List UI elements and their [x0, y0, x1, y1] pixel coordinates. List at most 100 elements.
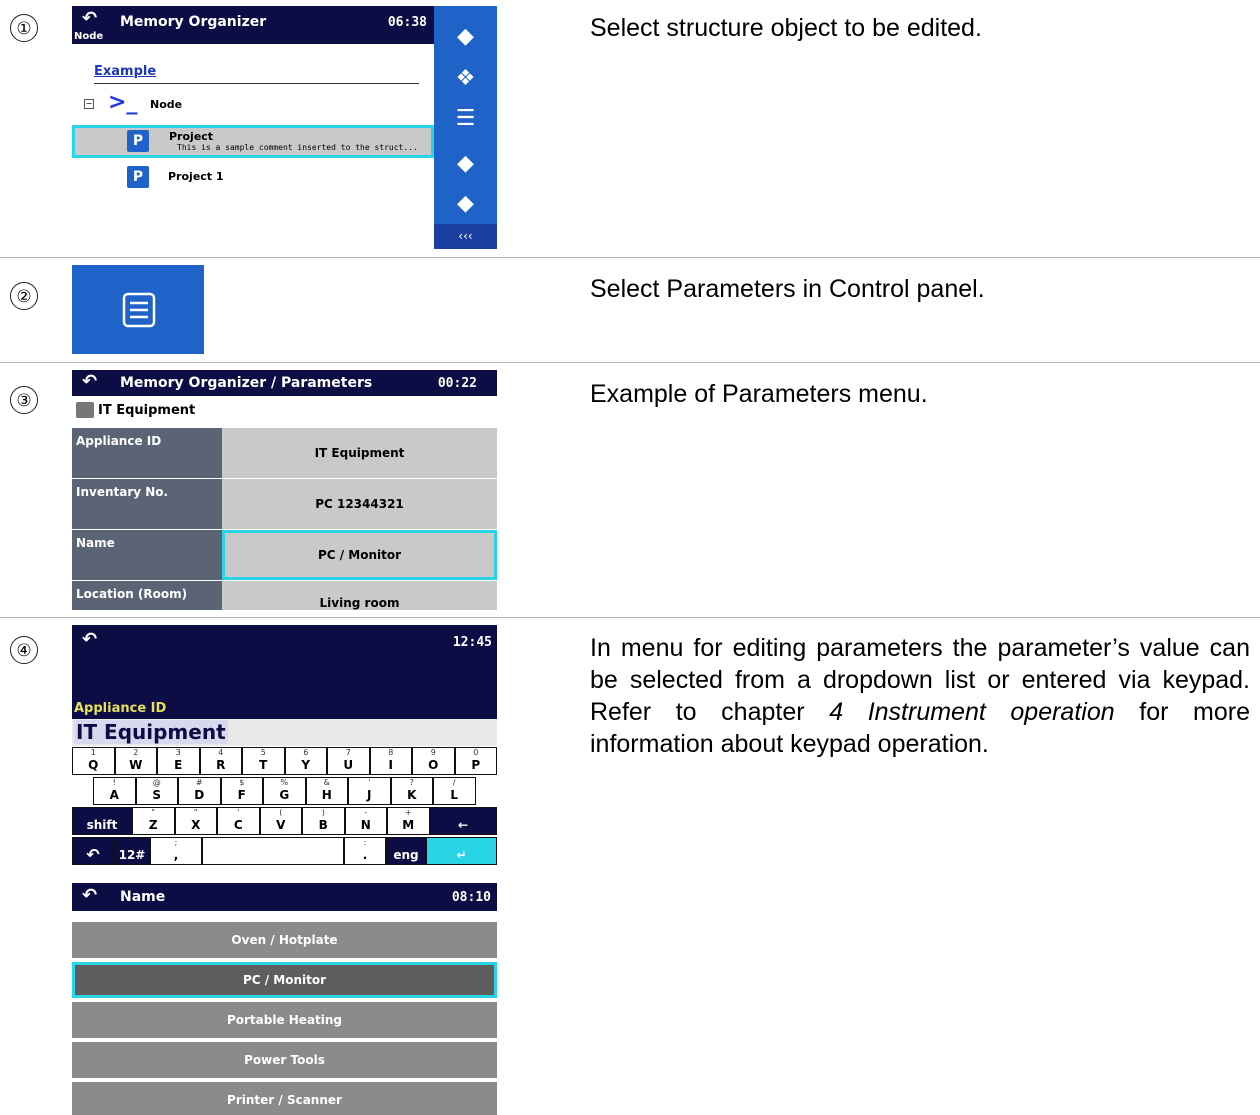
- input-value: IT Equipment: [74, 720, 228, 744]
- key-secondary-label: 8: [388, 748, 394, 757]
- key-n[interactable]: -N: [344, 807, 387, 835]
- field-label: Appliance ID: [74, 701, 167, 716]
- key-w[interactable]: 2W: [114, 747, 157, 775]
- memory-organizer-screen: ↶ Memory Organizer 06:38 Node Example − …: [72, 6, 497, 249]
- key-j[interactable]: ' J: [348, 777, 391, 805]
- dropdown-option[interactable]: Power Tools: [72, 1042, 497, 1078]
- node-icon: >_: [108, 90, 138, 115]
- key-y[interactable]: 6Y: [284, 747, 327, 775]
- back-icon[interactable]: ↶: [82, 629, 97, 650]
- key-m[interactable]: + M: [387, 807, 430, 835]
- key-r[interactable]: 4R: [199, 747, 242, 775]
- input-field[interactable]: IT Equipment: [72, 719, 497, 746]
- key-secondary-label: &: [323, 778, 330, 787]
- comment-icon[interactable]: ☰: [434, 106, 497, 131]
- rename-icon[interactable]: ◆: [434, 151, 497, 176]
- dropdown-screen: ↶ Name 08:10 Oven / Hotplate PC / Monito…: [72, 883, 497, 1115]
- shift-key[interactable]: shift: [72, 807, 132, 835]
- dropdown-option[interactable]: Oven / Hotplate: [72, 922, 497, 958]
- add-structure-icon[interactable]: ◆: [434, 24, 497, 49]
- back-icon: ↶: [86, 845, 100, 864]
- delete-icon[interactable]: ◆: [434, 191, 497, 216]
- dropdown-option[interactable]: Portable Heating: [72, 1002, 497, 1038]
- key-label: N: [360, 818, 371, 832]
- key-label: E: [174, 758, 183, 772]
- language-key[interactable]: eng: [386, 837, 426, 865]
- key-g[interactable]: % G: [263, 777, 306, 805]
- key-x[interactable]: " X: [174, 807, 217, 835]
- key-l[interactable]: / L: [433, 777, 476, 805]
- key-c[interactable]: ' C: [217, 807, 260, 835]
- key-i[interactable]: 8I: [369, 747, 412, 775]
- key-secondary-label: ": [193, 808, 198, 817]
- key-label: Q: [88, 758, 99, 772]
- space-key[interactable]: [202, 837, 344, 865]
- comma-key[interactable]: ;,: [150, 837, 202, 865]
- screen-title: Name: [120, 889, 166, 905]
- key-u[interactable]: 7U: [327, 747, 370, 775]
- param-value[interactable]: PC 12344321: [222, 479, 497, 529]
- symbols-key[interactable]: 12#: [114, 837, 150, 865]
- clock: 06:38: [387, 15, 427, 30]
- key-secondary-label: ): [321, 808, 325, 817]
- key-f[interactable]: $ F: [220, 777, 263, 805]
- key-label: K: [407, 788, 417, 802]
- step-description: Select structure object to be edited.: [590, 14, 982, 42]
- clone-icon[interactable]: ❖: [434, 66, 497, 91]
- key-secondary-label: 9: [430, 748, 436, 757]
- key-v[interactable]: (V: [259, 807, 302, 835]
- back-key[interactable]: ↶: [72, 837, 114, 865]
- key-e[interactable]: 3E: [157, 747, 200, 775]
- step-description: In menu for editing parameters the param…: [590, 632, 1250, 760]
- back-icon[interactable]: ↶: [82, 371, 97, 392]
- dropdown-option[interactable]: PC / Monitor: [72, 962, 497, 998]
- back-icon[interactable]: ↶: [82, 8, 97, 29]
- parameters-button[interactable]: [72, 265, 204, 354]
- project1-label[interactable]: Project 1: [168, 170, 224, 183]
- param-value[interactable]: PC / Monitor: [222, 530, 497, 580]
- key-q[interactable]: 1Q: [72, 747, 115, 775]
- key-label: R: [216, 758, 226, 772]
- key-k[interactable]: ? K: [390, 777, 433, 805]
- key-secondary-label: ": [151, 808, 156, 817]
- key-label: D: [194, 788, 205, 802]
- key-s[interactable]: @ S: [135, 777, 178, 805]
- param-value[interactable]: IT Equipment: [222, 428, 497, 478]
- key-label: T: [259, 758, 268, 772]
- param-label: Inventary No.: [72, 479, 222, 529]
- project-icon: P: [127, 166, 149, 188]
- underline-rule: [94, 83, 419, 84]
- object-label: IT Equipment: [98, 403, 196, 418]
- dot-key[interactable]: :.: [344, 837, 386, 865]
- key-secondary-label: 0: [473, 748, 479, 757]
- key-secondary-label: 2: [133, 748, 139, 757]
- key-p[interactable]: 0P: [454, 747, 497, 775]
- screen-title: Memory Organizer / Parameters: [120, 375, 373, 391]
- key-d[interactable]: # D: [178, 777, 221, 805]
- keyboard: 1 Q 2 W 3 E 4 R 5 T 6 Y 7 U 8 I 9 O 0 P ! A @ S # D $ F% G & H ' J? K / L sh…: [72, 746, 497, 868]
- enter-key[interactable]: ↵: [426, 837, 497, 865]
- title-bar: ↶ 12:45 Appliance ID: [72, 625, 497, 719]
- parameters-icon: [122, 292, 156, 328]
- key-label: J: [367, 788, 372, 802]
- back-icon[interactable]: ↶: [82, 885, 97, 906]
- key-a[interactable]: ! A: [93, 777, 136, 805]
- key-label: ↵: [456, 848, 467, 862]
- key-b[interactable]: ) B: [302, 807, 345, 835]
- control-panel: ◆ ❖ ☰ ◆ ◆ ‹‹‹: [434, 6, 497, 249]
- key-label: V: [276, 818, 286, 832]
- tree-item-project[interactable]: P Project This is a sample comment inser…: [72, 125, 434, 158]
- step-marker: ②: [10, 282, 38, 310]
- param-value[interactable]: Living room: [222, 581, 497, 610]
- dropdown-option[interactable]: Printer / Scanner: [72, 1082, 497, 1115]
- param-label: Name: [72, 530, 222, 580]
- key-t[interactable]: 5T: [242, 747, 285, 775]
- key-o[interactable]: 9O: [412, 747, 455, 775]
- key-z[interactable]: " Z: [132, 807, 175, 835]
- project-icon: P: [127, 130, 149, 152]
- backspace-key[interactable]: ←: [429, 807, 497, 835]
- key-h[interactable]: & H: [305, 777, 348, 805]
- more-icon[interactable]: ‹‹‹: [434, 224, 497, 249]
- key-secondary-label: !: [112, 778, 116, 787]
- collapse-icon[interactable]: −: [84, 99, 94, 109]
